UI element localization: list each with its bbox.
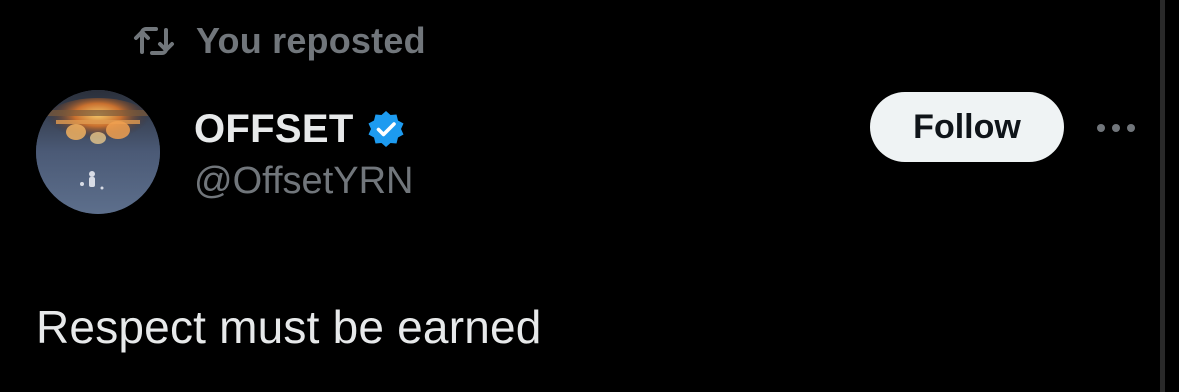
repost-icon [132, 24, 176, 58]
author-handle[interactable]: @OffsetYRN [194, 160, 413, 203]
author-display-name[interactable]: OFFSET [194, 107, 354, 152]
follow-button[interactable]: Follow [870, 92, 1064, 162]
repost-banner: You reposted [132, 18, 426, 64]
verified-badge-icon[interactable] [366, 109, 406, 149]
post-card: You reposted OFFSET @OffsetYRN Follow Re… [0, 0, 1179, 392]
post-text: Respect must be earned [36, 301, 542, 353]
avatar-image [36, 90, 160, 214]
author-name-row[interactable]: OFFSET [194, 104, 406, 154]
repost-label: You reposted [196, 20, 426, 61]
scrollbar-edge [1160, 0, 1165, 392]
more-options-icon[interactable] [1092, 110, 1140, 146]
avatar[interactable] [36, 90, 160, 214]
